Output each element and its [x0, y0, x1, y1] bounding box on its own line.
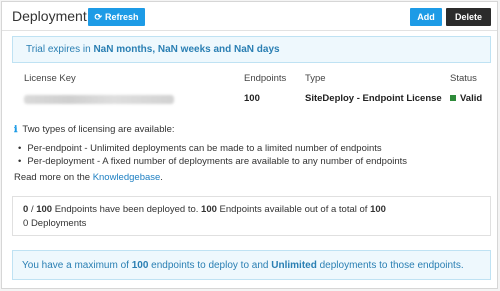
- list-item: • Per-deployment - A fixed number of depl…: [18, 156, 408, 167]
- license-type-value: SiteDeploy - Endpoint License: [305, 93, 442, 104]
- info-icon: ℹ: [14, 124, 18, 134]
- license-endpoints-value: 100: [244, 93, 260, 104]
- column-header-status: Status: [450, 73, 477, 84]
- refresh-icon: ⟳: [94, 12, 103, 22]
- column-header-type: Type: [305, 73, 326, 84]
- read-more-line: Read more on the Knowledgebase.: [14, 172, 163, 183]
- knowledgebase-link[interactable]: Knowledgebase: [93, 172, 161, 183]
- panel-header: Deployment ⟳ Refresh Add Delete: [2, 2, 497, 31]
- trial-value: NaN months, NaN weeks and NaN days: [93, 44, 280, 55]
- status-indicator-icon: [450, 95, 456, 101]
- license-key-redacted: [24, 95, 174, 104]
- column-header-endpoints: Endpoints: [244, 73, 287, 84]
- trial-prefix: Trial expires in: [26, 44, 91, 55]
- bullet-icon: •: [18, 156, 22, 167]
- summary-deployments-line: 0 Deployments: [23, 218, 87, 229]
- delete-button[interactable]: Delete: [446, 8, 491, 26]
- page-title: Deployment: [12, 8, 87, 24]
- summary-endpoints-line: 0 / 100 Endpoints have been deployed to.…: [23, 204, 386, 215]
- deployment-summary: 0 / 100 Endpoints have been deployed to.…: [12, 196, 491, 236]
- trial-banner: Trial expires in NaN months, NaN weeks a…: [12, 36, 491, 63]
- refresh-label: Refresh: [105, 12, 139, 22]
- column-header-license-key: License Key: [24, 73, 76, 84]
- refresh-button[interactable]: ⟳ Refresh: [88, 8, 145, 26]
- list-item: • Per-endpoint - Unlimited deployments ca…: [18, 143, 382, 154]
- licensing-intro: ℹ Two types of licensing are available:: [14, 124, 175, 135]
- maximum-banner: You have a maximum of 100 endpoints to d…: [12, 250, 491, 280]
- bullet-icon: •: [18, 143, 22, 154]
- add-button[interactable]: Add: [410, 8, 442, 26]
- license-status: Valid: [450, 93, 482, 104]
- license-status-value: Valid: [460, 93, 483, 104]
- deployment-panel: Deployment ⟳ Refresh Add Delete Trial exp…: [1, 1, 498, 289]
